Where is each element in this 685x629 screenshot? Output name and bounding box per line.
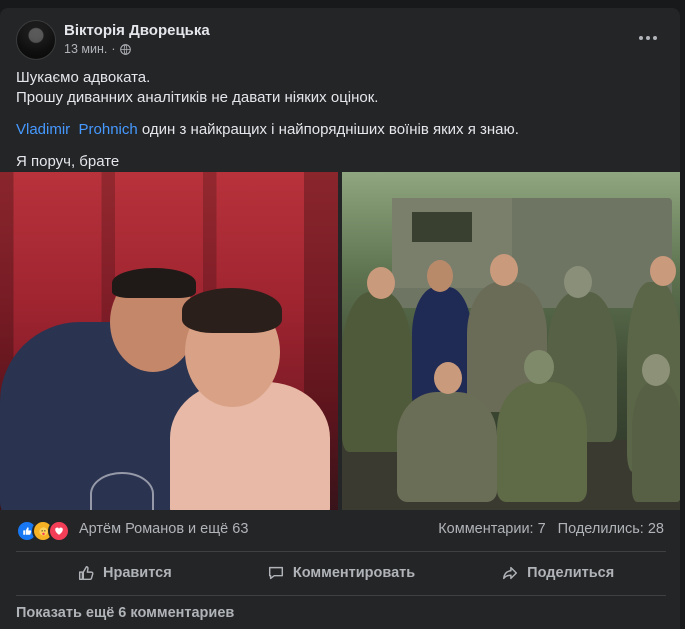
mention-last-name[interactable]: Prohnich (79, 121, 138, 138)
meta-separator: · (111, 42, 116, 56)
post-text-line1: Шукаємо адвоката. (16, 69, 151, 86)
love-icon (48, 520, 70, 542)
engagement-counts: Комментарии: 7 Поделились: 28 (438, 521, 664, 537)
divider (16, 551, 666, 552)
comment-button-label: Комментировать (292, 565, 416, 581)
mention-first-name[interactable]: Vladimir (16, 121, 70, 138)
post-card: Вікторія Дворецька 13 мин. · Шукаємо адв… (0, 8, 680, 629)
shares-count[interactable]: Поделились: 28 (558, 521, 664, 537)
author-name[interactable]: Вікторія Дворецька (64, 22, 210, 39)
post-meta: 13 мин. · (64, 42, 131, 56)
action-bar: Нравится Комментировать Поделиться (16, 555, 666, 591)
reaction-icons[interactable] (16, 520, 70, 542)
photo-soldiers[interactable] (342, 172, 680, 510)
reactions-summary: Артём Романов и ещё 63 Комментарии: 7 По… (16, 518, 666, 542)
like-button-label: Нравится (103, 565, 172, 581)
photo-couple[interactable] (0, 172, 338, 510)
mention-link[interactable]: Vladimir Prohnich (16, 121, 138, 138)
comment-icon (268, 566, 283, 580)
thumbs-up-icon (78, 565, 94, 581)
post-text-line3-rest: один з найкращих і найпорядніших воїнів … (137, 121, 519, 138)
post-text: Шукаємо адвоката. Прошу диванних аналіти… (16, 68, 666, 172)
comments-count[interactable]: Комментарии: 7 (438, 521, 545, 537)
show-more-comments-link[interactable]: Показать ещё 6 комментариев (16, 605, 234, 621)
post-text-line3: Vladimir Prohnich один з найкращих і най… (16, 120, 666, 140)
share-button[interactable]: Поделиться (449, 555, 666, 591)
comment-button[interactable]: Комментировать (233, 555, 450, 591)
post-time[interactable]: 13 мин. (64, 42, 107, 56)
globe-icon[interactable] (119, 43, 131, 55)
divider (16, 595, 666, 596)
share-button-label: Поделиться (527, 565, 615, 581)
photo-grid (0, 172, 680, 510)
author-avatar[interactable] (16, 20, 56, 60)
post-text-line2: Прошу диванних аналітиків не давати ніяк… (16, 89, 379, 106)
like-button[interactable]: Нравится (16, 555, 233, 591)
reaction-names[interactable]: Артём Романов и ещё 63 (79, 521, 248, 537)
post-text-line4: Я поруч, брате (16, 153, 120, 170)
more-options-icon[interactable] (634, 24, 662, 52)
post-header: Вікторія Дворецька 13 мин. · (16, 20, 666, 60)
share-icon (503, 566, 518, 580)
